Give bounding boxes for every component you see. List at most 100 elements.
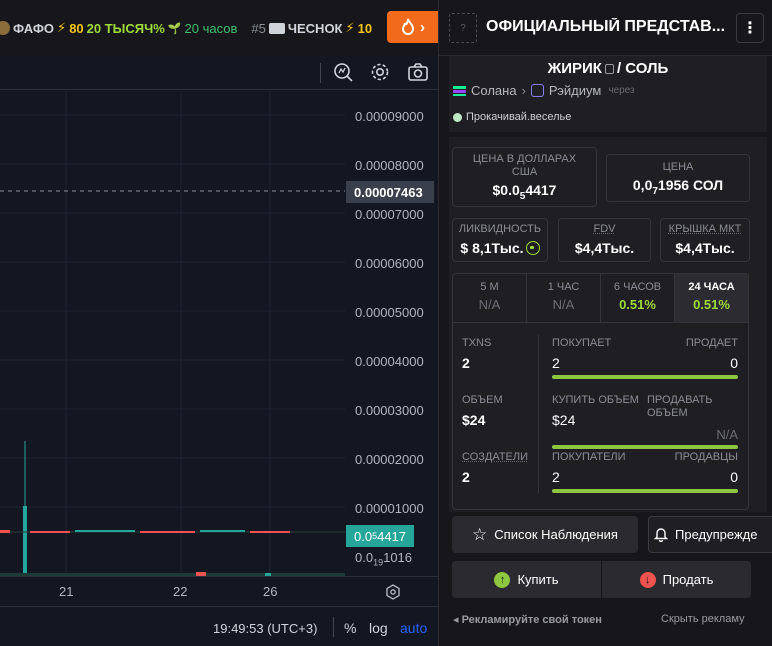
sellers-label: ПРОДАВЦЫ [674, 451, 738, 463]
y-axis-label: 0.00006000 [355, 256, 424, 271]
solana-icon [453, 85, 466, 96]
low-price-prefix: 0.0 [355, 550, 374, 565]
sell-volume-value: N/A [716, 427, 738, 442]
gear-icon[interactable] [369, 61, 391, 83]
chevron-right-icon: › [420, 18, 425, 36]
low-price-label: 0.0191016 [355, 550, 412, 568]
pill-icon [451, 110, 464, 124]
sellers-value: 0 [730, 469, 738, 485]
current-price-digits: 4417 [377, 528, 407, 544]
arrow-down-icon: ↓ [639, 571, 656, 588]
volume-value: $24 [462, 412, 486, 428]
chart-time: 19:49:53 (UTC+3) [213, 621, 318, 636]
via-label: через [608, 85, 635, 96]
buyers-label: ПОКУПАТЕЛИ [552, 451, 626, 463]
bolt-icon: ⚡ [345, 20, 355, 35]
auto-scale-button[interactable]: auto [400, 620, 427, 636]
buys-bar [552, 375, 738, 379]
ticker-item-change: 20 ТЫСЯЧ% [86, 20, 165, 36]
promo-link[interactable]: Прокачивай.веселье [451, 110, 572, 124]
chart-toolbar [0, 56, 438, 90]
tab-1h[interactable]: 1 ЧАС N/A [527, 274, 601, 322]
tab-6h[interactable]: 6 ЧАСОВ 0.51% [601, 274, 675, 322]
trending-ticker: ФАФО ⚡ 80 20 ТЫСЯЧ% 🌱 20 часов #5 ЧЕСНОК… [0, 0, 438, 56]
ticker-item[interactable]: #5 ЧЕСНОК ⚡ 10 [251, 20, 372, 36]
y-axis-label: 0.00007000 [355, 207, 424, 222]
sells-value: 0 [730, 355, 738, 371]
ticker-item-rank: #5 [251, 20, 266, 36]
ticker-item-name: ФАФО [13, 20, 55, 36]
copy-icon[interactable] [604, 64, 614, 74]
alert-button[interactable]: Предупрежде [648, 516, 772, 553]
price-native-prefix: 0,0 [632, 177, 653, 193]
buyers-bar [552, 489, 738, 493]
dashed-price-tag: 0.00007463 [346, 181, 434, 203]
price-usd-value: $0.054417 [453, 182, 596, 202]
price-native-value: 0,071956 СОЛ [607, 177, 749, 197]
fdv-label: FDV [593, 223, 616, 235]
y-axis-label: 0.00003000 [355, 403, 424, 418]
fdv-box: FDV $4,4Тыс. [558, 218, 651, 262]
y-axis-label: 0.00004000 [355, 354, 424, 369]
alert-label: Предупрежде [675, 527, 758, 542]
watchlist-button[interactable]: ☆ Список Наблюдения [452, 516, 638, 553]
y-axis-label: 0.00008000 [355, 158, 424, 173]
tab-label: 5 М [480, 281, 499, 293]
tab-5m[interactable]: 5 М N/A [453, 274, 527, 322]
txn-divider [538, 335, 539, 493]
hide-ads-link[interactable]: Скрыть рекламу [661, 613, 745, 625]
percent-scale-button[interactable]: % [344, 620, 356, 636]
x-axis-label: 22 [173, 584, 188, 599]
fire-icon [401, 18, 415, 35]
token-avatar [0, 21, 10, 35]
dex-link[interactable]: Рэйдиум [549, 83, 601, 98]
current-price-prefix: 0.0 [354, 528, 373, 544]
token-panel: ? ОФИЦИАЛЬНЫЙ ПРЕДСТАВ... ⋮ ЖИРИК / СОЛЬ … [438, 0, 772, 646]
tab-change: 0.51% [693, 297, 730, 312]
quote-symbol: СОЛЬ [625, 60, 669, 77]
market-cap-box: КРЫШКА МКТ $4,4Тыс. [660, 218, 750, 262]
boost-count: 10 [357, 20, 373, 36]
toolbar-divider [320, 63, 321, 83]
lock-icon[interactable] [525, 241, 540, 255]
camera-icon[interactable] [407, 61, 429, 83]
makers-label: СОЗДАТЕЛИ [462, 451, 529, 463]
x-axis-label: 21 [59, 584, 74, 599]
tab-24h[interactable]: 24 ЧАСА 0.51% [675, 274, 748, 322]
axis-settings-icon[interactable] [385, 584, 401, 600]
buy-volume-value: $24 [552, 412, 576, 428]
price-usd-digits: 4417 [525, 182, 557, 198]
liquidity-label: ЛИКВИДНОСТЬ [458, 223, 542, 235]
log-scale-button[interactable]: log [369, 620, 388, 636]
tab-change: N/A [552, 297, 575, 312]
price-usd-label: ЦЕНА В ДОЛЛАРАХ США [472, 153, 577, 178]
price-native-label: ЦЕНА [662, 161, 694, 173]
promo-text: Прокачивай.веселье [466, 111, 572, 123]
ticker-item[interactable]: ФАФО ⚡ 80 20 ТЫСЯЧ% 🌱 20 часов [0, 20, 237, 36]
buy-button[interactable]: ↑ Купить [452, 561, 601, 598]
chain-link[interactable]: Солана [471, 83, 517, 98]
leaf-icon: 🌱 [167, 22, 182, 35]
price-usd-prefix: $0.0 [492, 182, 520, 198]
fdv-value: $4,4Тыс. [574, 240, 635, 256]
tab-change: N/A [478, 297, 501, 312]
timeframe-tabs: 5 М N/A 1 ЧАС N/A 6 ЧАСОВ 0.51% 24 ЧАСА … [452, 273, 749, 323]
liquidity-value-row: $ 8,1Тыс. [453, 240, 547, 256]
more-menu-button[interactable]: ⋮ [736, 13, 764, 43]
arrow-up-icon: ↑ [494, 571, 511, 588]
tab-change: 0.51% [619, 297, 656, 312]
price-chart[interactable]: 0.00009000 0.00008000 0.00007000 0.00006… [0, 91, 438, 576]
indicator-search-icon[interactable] [332, 61, 354, 83]
sell-button[interactable]: ↓ Продать [602, 561, 751, 598]
market-cap-label: КРЫШКА МКТ [668, 223, 742, 235]
ticker-item-age: 20 часов [184, 20, 238, 36]
token-thumbnail [268, 22, 285, 34]
advertise-link[interactable]: ◂ Рекламируйте свой токен [453, 613, 602, 626]
boost-count: 80 [69, 20, 84, 36]
star-icon: ☆ [472, 524, 488, 544]
sell-label: Продать [662, 572, 714, 587]
advertise-label: Рекламируйте свой токен [461, 614, 602, 626]
liquidity-box: ЛИКВИДНОСТЬ $ 8,1Тыс. [452, 218, 548, 262]
chart-bottom-bar: 19:49:53 (UTC+3) % log auto [0, 606, 438, 646]
trending-button[interactable]: › [387, 11, 438, 43]
